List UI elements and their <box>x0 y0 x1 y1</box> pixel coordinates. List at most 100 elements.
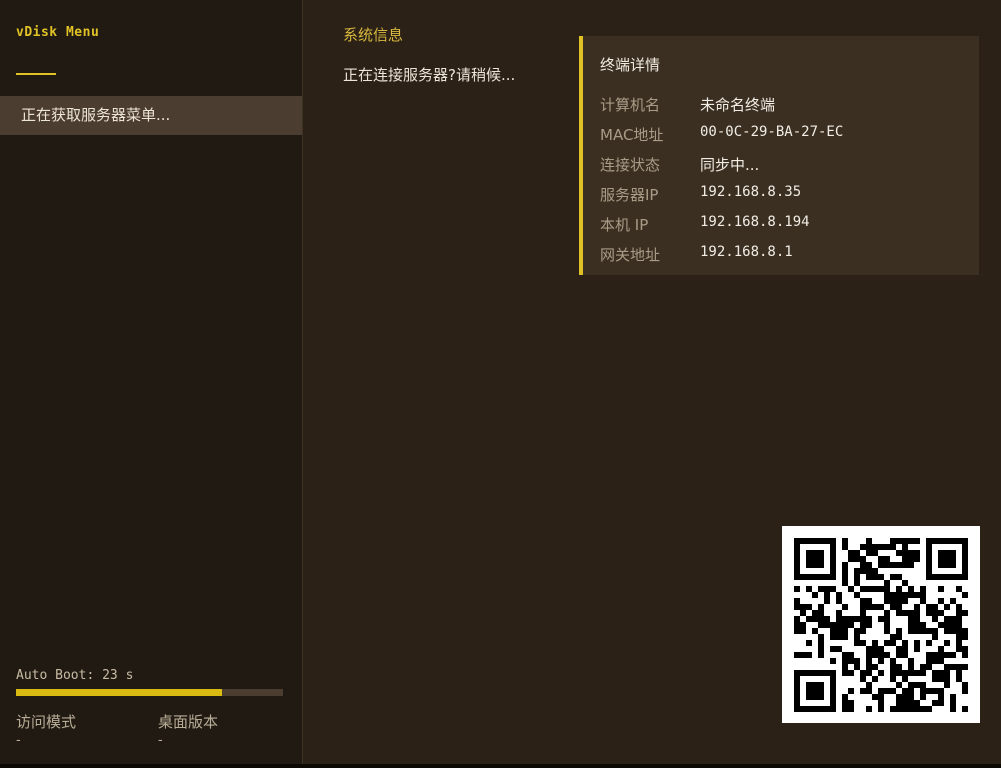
qr-module <box>932 604 938 610</box>
qr-module <box>914 706 920 712</box>
qr-module <box>842 574 848 580</box>
qr-module <box>800 628 806 634</box>
qr-module <box>926 538 968 544</box>
qr-module <box>956 640 962 646</box>
qr-module <box>836 616 842 622</box>
qr-module <box>908 664 914 670</box>
qr-module <box>794 538 800 580</box>
qr-module <box>944 604 950 610</box>
qr-module <box>956 664 962 670</box>
qr-module <box>890 658 896 664</box>
qr-module <box>890 640 896 646</box>
qr-module <box>830 586 836 592</box>
qr-module <box>860 568 866 574</box>
qr-module <box>932 628 938 634</box>
qr-module <box>908 700 914 706</box>
qr-module <box>890 706 896 712</box>
qr-module <box>866 658 872 664</box>
qr-module <box>896 628 902 634</box>
qr-module <box>896 700 902 706</box>
qr-module <box>908 670 914 676</box>
qr-module <box>830 658 836 664</box>
qr-module <box>908 538 914 544</box>
qr-module <box>902 646 908 652</box>
qr-module <box>956 676 962 682</box>
qr-module <box>896 646 902 652</box>
qr-module <box>956 622 962 628</box>
qr-module <box>842 664 848 670</box>
qr-code-graphic <box>782 526 980 723</box>
qr-module <box>914 616 920 622</box>
detail-key: 网关地址 <box>600 246 661 264</box>
qr-module <box>962 664 968 670</box>
qr-module <box>938 658 944 664</box>
panel-title: 终端详情 <box>600 56 661 74</box>
qr-module <box>962 538 968 580</box>
qr-module <box>812 592 818 598</box>
qr-module <box>866 598 872 604</box>
server-menu-item[interactable]: 正在获取服务器菜单... <box>0 96 302 135</box>
qr-module <box>836 610 842 616</box>
qr-module <box>818 646 824 652</box>
qr-module <box>854 628 860 634</box>
qr-module <box>806 604 812 610</box>
qr-module <box>920 598 926 604</box>
qr-module <box>938 676 944 682</box>
detail-value: 同步中... <box>700 156 760 174</box>
qr-module <box>944 664 950 670</box>
qr-module <box>920 670 926 676</box>
qr-module <box>956 586 962 592</box>
qr-module <box>950 664 956 670</box>
qr-module <box>914 682 920 688</box>
qr-module <box>842 580 848 586</box>
qr-module <box>872 586 878 592</box>
detail-value: 192.168.8.194 <box>700 214 810 230</box>
detail-row-local-ip: 本机 IP 192.168.8.194 <box>600 214 970 234</box>
qr-module <box>872 664 878 670</box>
qr-module <box>884 616 890 622</box>
qr-module <box>848 658 854 664</box>
qr-module <box>944 616 950 622</box>
connection-status-text: 正在连接服务器?请稍候... <box>343 66 516 84</box>
detail-key: 本机 IP <box>600 216 649 234</box>
qr-module <box>878 694 884 700</box>
qr-module <box>824 586 830 592</box>
qr-module <box>896 550 902 556</box>
qr-module <box>932 688 938 694</box>
qr-module <box>914 700 920 706</box>
qr-module <box>818 634 824 640</box>
qr-module <box>962 682 968 688</box>
qr-module <box>896 586 902 592</box>
qr-module <box>860 688 866 694</box>
qr-module <box>914 622 920 628</box>
sidebar: vDisk Menu 正在获取服务器菜单... Auto Boot: 23 s … <box>0 0 303 764</box>
qr-module <box>878 556 884 562</box>
qr-module <box>908 592 914 598</box>
qr-module <box>872 544 878 550</box>
qr-module <box>878 670 884 676</box>
detail-value: 00-0C-29-BA-27-EC <box>700 124 844 140</box>
qr-module <box>962 706 968 712</box>
qr-module <box>902 538 908 544</box>
qr-module <box>902 694 908 700</box>
qr-module <box>872 574 878 580</box>
qr-module <box>800 604 806 610</box>
qr-module <box>890 670 896 676</box>
qr-module <box>920 706 926 712</box>
qr-module <box>926 664 932 670</box>
qr-module <box>818 640 824 646</box>
qr-module <box>950 628 956 634</box>
qr-module <box>860 670 866 676</box>
desktop-version-label: 桌面版本 <box>158 713 219 731</box>
qr-module <box>956 646 962 652</box>
qr-module <box>926 628 932 634</box>
qr-module <box>902 640 908 646</box>
qr-module <box>866 688 872 694</box>
qr-module <box>860 562 866 568</box>
qr-module <box>794 652 800 658</box>
detail-row-gateway: 网关地址 192.168.8.1 <box>600 244 970 264</box>
qr-module <box>932 676 938 682</box>
qr-module <box>860 676 866 682</box>
qr-module <box>872 676 878 682</box>
brand-title: vDisk Menu <box>16 25 100 40</box>
